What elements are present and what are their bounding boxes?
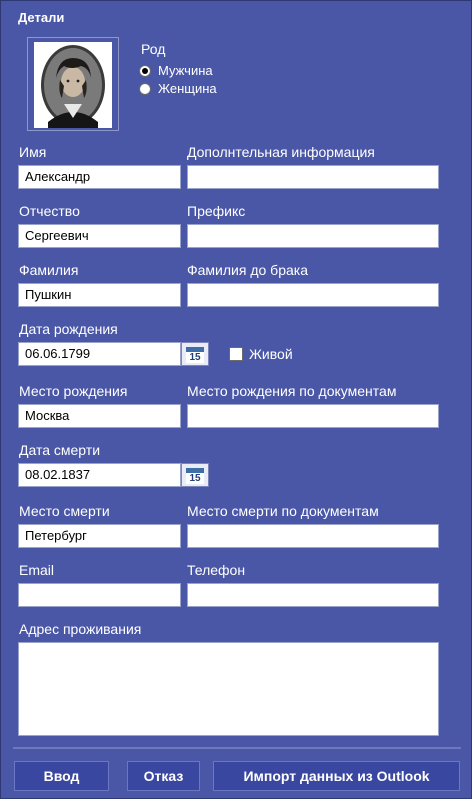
birth-date-calendar-icon[interactable]: 15	[181, 342, 209, 366]
panel-title: Детали	[18, 10, 65, 25]
patronymic-label: Отчество	[19, 203, 80, 219]
extra-info-input[interactable]	[187, 165, 439, 189]
details-panel: Детали Род Мужчина Женщина Имя Дополнтел…	[0, 0, 472, 799]
alive-checkbox[interactable]	[229, 347, 243, 361]
birth-place-docs-label: Место рождения по документам	[187, 383, 397, 399]
birth-place-input[interactable]: Москва	[18, 404, 181, 428]
death-place-label: Место смерти	[19, 503, 110, 519]
gender-male-radio[interactable]	[139, 65, 151, 77]
address-label: Адрес проживания	[19, 621, 142, 637]
death-place-input[interactable]: Петербург	[18, 524, 181, 548]
calendar-day: 15	[186, 473, 204, 484]
email-input[interactable]	[18, 583, 181, 607]
birth-date-input[interactable]: 06.06.1799	[18, 342, 181, 366]
patronymic-input[interactable]: Сергеевич	[18, 224, 181, 248]
gender-female-label[interactable]: Женщина	[158, 81, 217, 96]
cancel-button[interactable]: Отказ	[127, 761, 200, 791]
radio-selected-dot	[142, 68, 148, 74]
death-date-calendar-icon[interactable]: 15	[181, 463, 209, 487]
gender-label: Род	[141, 41, 166, 57]
death-date-label: Дата смерти	[19, 442, 101, 458]
alive-label[interactable]: Живой	[249, 346, 293, 362]
birth-place-label: Место рождения	[19, 383, 128, 399]
first-name-label: Имя	[19, 144, 47, 160]
address-textarea[interactable]	[18, 642, 439, 736]
email-label: Email	[19, 562, 55, 578]
birth-place-docs-input[interactable]	[187, 404, 439, 428]
portrait-photo	[34, 42, 112, 128]
maiden-name-label: Фамилия до брака	[187, 262, 308, 278]
footer-divider	[13, 747, 461, 749]
gender-male-label[interactable]: Мужчина	[158, 63, 213, 78]
death-place-docs-label: Место смерти по документам	[187, 503, 379, 519]
photo-frame[interactable]	[27, 37, 119, 131]
ok-button[interactable]: Ввод	[14, 761, 109, 791]
maiden-name-input[interactable]	[187, 283, 439, 307]
prefix-input[interactable]	[187, 224, 439, 248]
import-outlook-button[interactable]: Импорт данных из Outlook	[213, 761, 460, 791]
phone-input[interactable]	[187, 583, 439, 607]
death-date-input[interactable]: 08.02.1837	[18, 463, 181, 487]
birth-date-label: Дата рождения	[19, 321, 118, 337]
last-name-label: Фамилия	[19, 262, 79, 278]
last-name-input[interactable]: Пушкин	[18, 283, 181, 307]
prefix-label: Префикс	[187, 203, 246, 219]
death-place-docs-input[interactable]	[187, 524, 439, 548]
calendar-day: 15	[186, 352, 204, 363]
first-name-input[interactable]: Александр	[18, 165, 181, 189]
extra-info-label: Дополнтельная информация	[187, 144, 375, 160]
gender-female-radio[interactable]	[139, 83, 151, 95]
phone-label: Телефон	[187, 562, 246, 578]
